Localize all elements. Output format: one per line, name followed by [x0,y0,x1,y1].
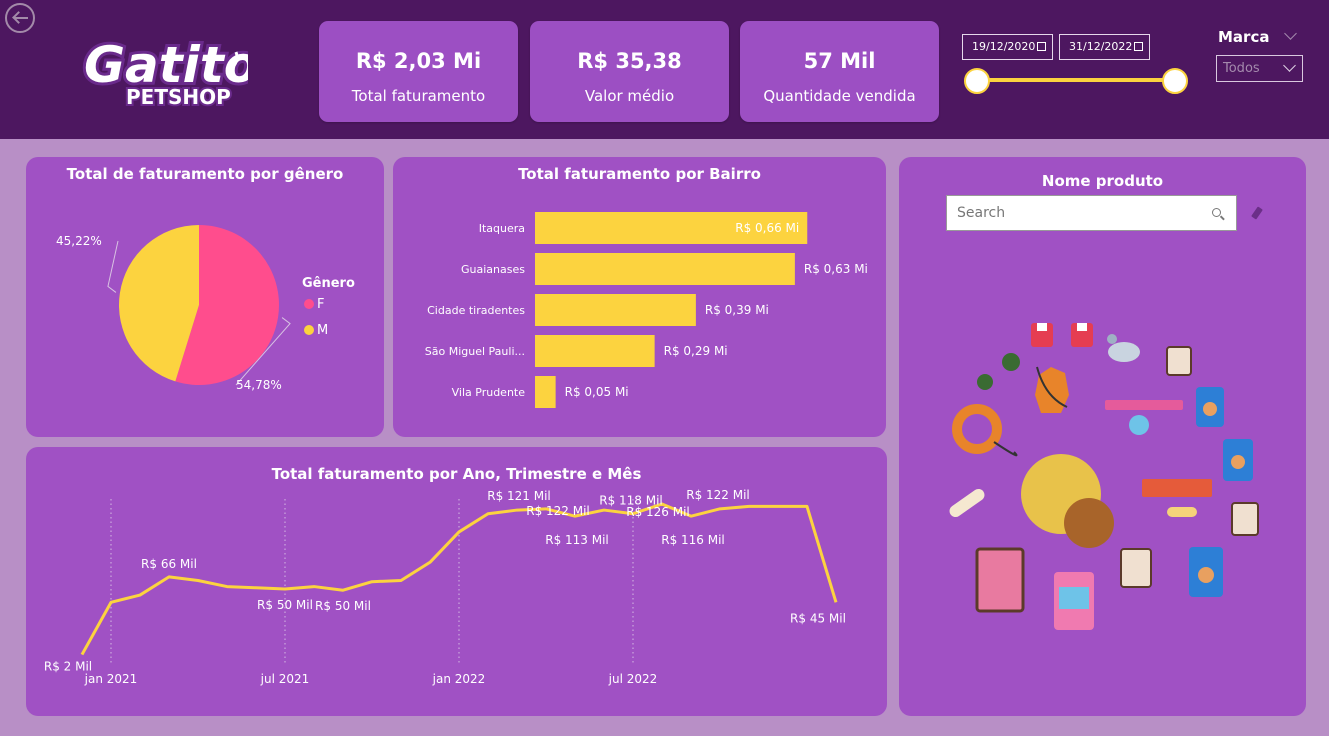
dog-sweater-icon [1071,323,1093,347]
collar-buckle-icon [1142,479,1212,517]
dog-food-bag-icon [1120,548,1152,588]
chevron-down-icon [1283,59,1296,72]
marca-filter-title: Marca [1218,28,1270,46]
line-data-label: R$ 126 Mil [626,505,690,519]
bar-1[interactable] [535,253,795,285]
line-data-label: R$ 116 Mil [661,533,725,547]
dog-food-bag-icon [1231,502,1259,536]
bar-category-label: Cidade tiradentes [427,304,525,317]
green-toy-icon [977,374,993,390]
pie-data-label: 54,78% [236,378,282,392]
line-data-label: R$ 113 Mil [545,533,609,547]
timeline-chart-panel: Total faturamento por Ano, Trimestre e M… [26,447,887,716]
bar-data-label: R$ 0,66 Mi [735,221,799,235]
bar-data-label: R$ 0,39 Mi [705,303,769,317]
bar-data-label: R$ 0,05 Mi [565,385,629,399]
dog-on-leash-icon [1035,366,1069,413]
date-range-slider-track[interactable] [977,78,1175,82]
bar-4[interactable] [535,376,556,408]
kpi-total-faturamento: R$ 2,03 Mi Total faturamento [319,21,518,122]
dog-sweater-icon [1031,323,1053,347]
line-data-label: R$ 50 Mil [315,599,371,613]
header-bar: Gatito PETSHOP R$ 2,03 Mi Total faturame… [0,0,1329,139]
toy-mouse-icon [1107,334,1140,362]
x-tick-label: jul 2022 [608,672,658,686]
marca-dropdown[interactable]: Todos [1216,55,1303,82]
legend-marker-M [304,325,314,335]
dog-food-bag-icon [1166,346,1192,376]
date-start-input[interactable]: 19/12/2020 [962,34,1053,60]
product-filter-panel: Nome produto Search [899,157,1306,716]
calendar-icon[interactable] [1134,42,1143,51]
date-slider-start-handle[interactable] [964,68,990,94]
timeline-line-chart: jan 2021 jul 2021 jan 2022 jul 2022 R$ 2 Mil… [44,488,846,686]
bar-category-label: São Miguel Pauli... [425,345,525,358]
spiky-ball-icon [1064,498,1114,548]
pet-illustration [949,323,1259,630]
chevron-down-icon[interactable] [1284,27,1297,40]
green-toy-icon [1002,353,1020,371]
line-data-label: R$ 66 Mil [141,557,197,571]
pie-leader-line [107,240,119,293]
kpi-value: R$ 2,03 Mi [355,49,482,73]
legend-marker-F [304,299,314,309]
collar-icon [1105,400,1183,435]
line-data-label: R$ 122 Mil [526,504,590,518]
back-arrow-icon[interactable] [5,3,35,33]
bairro-bar-chart: Itaquera R$ 0,66 Mi Guaianases R$ 0,63 Mi Ci… [425,212,868,408]
bar-data-label: R$ 0,63 Mi [804,262,868,276]
line-data-label: R$ 122 Mil [686,488,750,502]
kpi-label: Quantidade vendida [763,87,916,105]
line-data-label: R$ 50 Mil [257,598,313,612]
x-tick-label: jul 2021 [260,672,310,686]
pie-data-label: 45,22% [56,234,102,248]
pie-legend-title: Gênero [302,276,355,291]
dog-food-can-icon [1196,387,1224,427]
legend-label-M: M [317,323,328,338]
bairro-chart-panel: Total faturamento por Bairro Itaquera R$ … [393,157,886,437]
bar-3[interactable] [535,335,655,367]
date-end-text: 31/12/2022 [1069,40,1133,53]
date-slider-end-handle[interactable] [1162,68,1188,94]
calendar-icon[interactable] [1037,42,1046,51]
svg-text:PETSHOP: PETSHOP [126,85,231,109]
line-data-label: R$ 121 Mil [487,489,551,503]
date-end-input[interactable]: 31/12/2022 [1059,34,1150,60]
gatito-petshop-logo: Gatito PETSHOP [81,33,248,111]
gender-chart-panel: Total de faturamento por gênero 54,78% 45… [26,157,384,437]
date-start-text: 19/12/2020 [972,40,1036,53]
kpi-label: Valor médio [584,87,675,105]
dog-food-can-icon [1223,439,1253,481]
x-tick-label: jan 2022 [432,672,486,686]
kpi-valor-medio: R$ 35,38 Valor médio [530,21,729,122]
gender-pie-chart: 54,78% 45,22% Gênero FM [56,225,355,392]
marca-selected-value: Todos [1223,61,1260,76]
dog-food-can-icon [1189,547,1223,597]
treat-bag-icon [975,547,1025,613]
bar-category-label: Guaianases [461,263,525,276]
legend-label-F: F [317,297,324,312]
bar-category-label: Itaquera [479,222,525,235]
kpi-label: Total faturamento [351,87,486,105]
line-data-label: R$ 2 Mil [44,660,92,674]
bar-category-label: Vila Prudente [452,386,526,399]
kpi-value: 57 Mil [803,49,876,73]
kpi-quantidade-vendida: 57 Mil Quantidade vendida [740,21,939,122]
cat-food-can-icon [1054,572,1094,630]
kpi-value: R$ 35,38 [577,49,682,73]
bone-icon [949,488,985,518]
line-data-label: R$ 45 Mil [790,611,846,625]
orange-collar-icon [952,404,1018,457]
bar-data-label: R$ 0,29 Mi [664,344,728,358]
bar-2[interactable] [535,294,696,326]
x-tick-label: jan 2021 [84,672,138,686]
